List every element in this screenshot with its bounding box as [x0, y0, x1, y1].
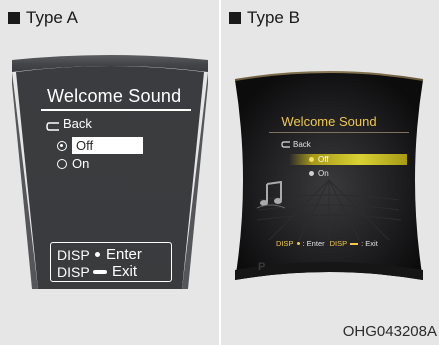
key-guide: DISP : Enter DISP : Exit — [276, 239, 378, 248]
title-divider — [269, 132, 409, 133]
dot-icon — [296, 242, 300, 245]
type-a-display: Welcome Sound Back Off On DISP Enter DIS… — [10, 54, 210, 289]
disp-button-label: DISP — [57, 263, 90, 280]
option-on[interactable]: On — [309, 169, 329, 178]
radio-icon — [57, 158, 67, 169]
enter-action-label: : Enter — [302, 239, 325, 248]
exit-action-label: Exit — [112, 263, 138, 280]
type-b-display: Welcome Sound Back Off On DISP : Enter D… — [229, 70, 429, 290]
option-label: On — [72, 156, 90, 171]
square-bullet-icon — [8, 12, 20, 24]
option-label: Off — [72, 137, 144, 154]
key-guide-exit: DISP Exit — [57, 263, 137, 280]
music-note-icon — [257, 180, 285, 209]
gear-indicator: P — [258, 261, 266, 273]
back-item[interactable]: Back — [46, 116, 92, 131]
disp-button-label: DISP — [57, 246, 90, 263]
header-label: Type A — [26, 8, 78, 27]
panel-type-b: Type B Welcome Sound Back Off On DISP: … — [221, 0, 439, 345]
back-arrow-icon — [281, 141, 291, 148]
enter-action-label: Enter — [106, 246, 142, 263]
screen-title: Welcome Sound — [281, 114, 377, 129]
figure-code: OHG043208A — [342, 323, 437, 340]
back-arrow-icon — [46, 119, 60, 131]
title-divider — [41, 109, 191, 111]
header-label: Type B — [247, 8, 300, 27]
back-item[interactable]: Back — [281, 140, 311, 149]
option-bullet-icon — [309, 171, 314, 176]
back-label: Back — [63, 116, 92, 131]
disp-button-label: DISP — [276, 239, 294, 248]
dot-icon — [95, 252, 100, 257]
dash-icon — [350, 242, 359, 245]
dash-icon — [93, 269, 107, 274]
option-label: On — [318, 169, 329, 178]
option-off[interactable]: Off — [57, 137, 144, 154]
option-off[interactable]: Off — [289, 154, 407, 165]
exit-action-label: : Exit — [361, 239, 378, 248]
screen-title: Welcome Sound — [47, 86, 182, 106]
back-label: Back — [293, 140, 311, 149]
key-guide: DISP Enter DISP Exit — [50, 242, 172, 282]
disp-button-label: DISP — [329, 239, 348, 248]
option-on[interactable]: On — [57, 156, 89, 171]
panel-type-a: Type A Welcome Sound Back Off On DISP En… — [0, 0, 219, 345]
option-label: Off — [318, 155, 329, 164]
radio-selected-icon — [57, 140, 67, 151]
panel-header-type-b: Type B — [229, 8, 300, 28]
option-bullet-icon — [309, 157, 314, 162]
panel-header-type-a: Type A — [8, 8, 78, 28]
key-guide-enter: DISP Enter — [57, 246, 142, 263]
square-bullet-icon — [229, 12, 241, 24]
